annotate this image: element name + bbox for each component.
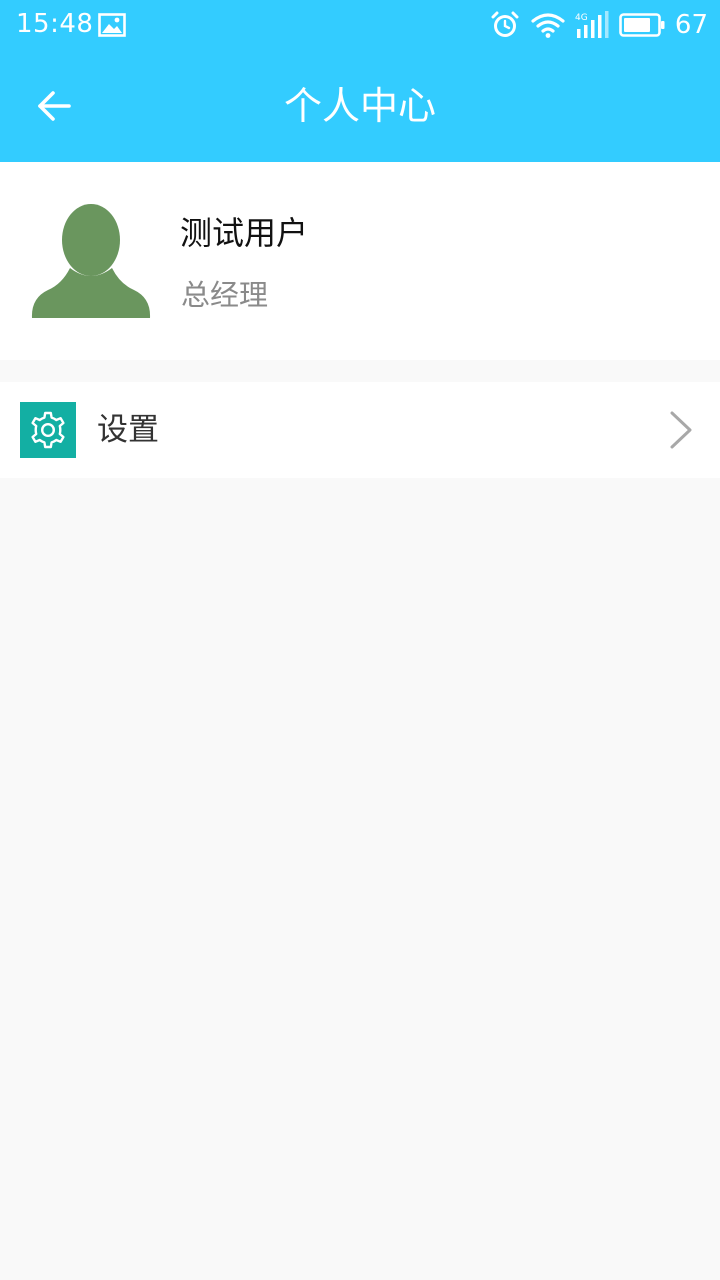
page-title: 个人中心: [283, 84, 436, 128]
wifi-icon: [531, 13, 565, 38]
person-silhouette-icon: [31, 204, 151, 318]
settings-label: 设置: [97, 412, 159, 448]
personal-center-screen: 15:48 4G 67 个人中心 测试用户 总经理 设置: [0, 0, 720, 1280]
battery-icon: [619, 13, 665, 37]
header: 15:48 4G 67 个人中心: [0, 0, 720, 162]
network-type-label: 4G: [575, 13, 588, 23]
battery-level: 67: [674, 10, 708, 40]
arrow-left-icon: [38, 91, 71, 121]
settings-icon-box: [20, 402, 76, 458]
user-role: 总经理: [181, 278, 269, 312]
gear-icon: [31, 411, 65, 449]
user-name: 测试用户: [180, 214, 309, 252]
status-icons: 4G 67: [491, 8, 708, 42]
alarm-icon: [491, 11, 519, 37]
avatar[interactable]: [30, 202, 152, 322]
profile-card[interactable]: 测试用户 总经理: [0, 162, 720, 360]
signal-icon: 4G: [575, 11, 609, 38]
app-bar: 个人中心: [0, 50, 720, 162]
status-bar: 15:48 4G 67: [0, 0, 720, 50]
back-button[interactable]: [26, 78, 82, 134]
status-time: 15:48: [16, 9, 94, 39]
chevron-right-icon: [670, 411, 692, 449]
gallery-icon: [98, 13, 126, 37]
settings-menu-item[interactable]: 设置: [0, 382, 720, 478]
